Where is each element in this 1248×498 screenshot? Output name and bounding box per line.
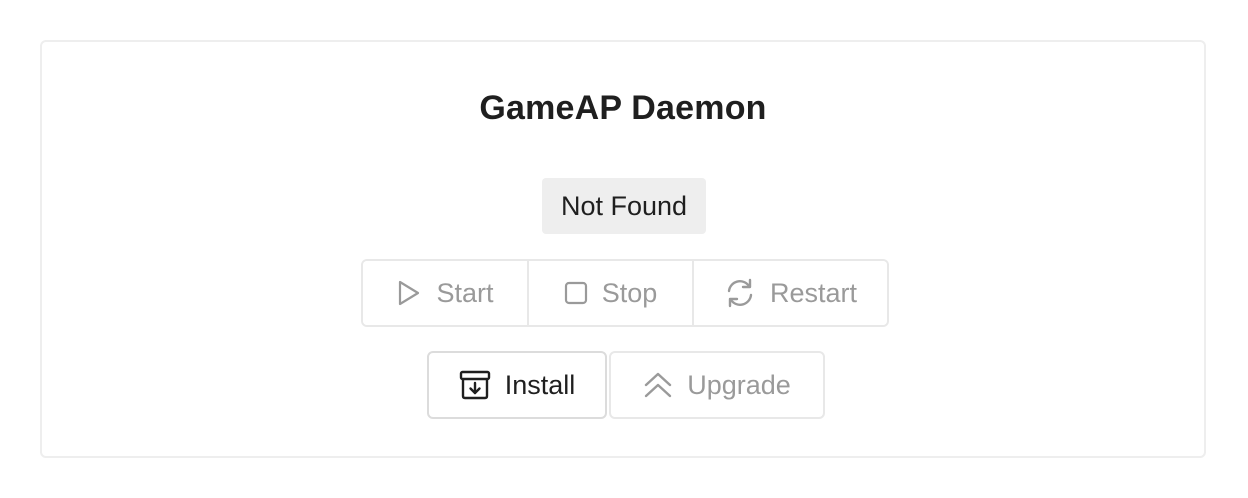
stop-button[interactable]: Stop: [527, 261, 692, 325]
install-button-label: Install: [504, 369, 576, 400]
square-icon: [564, 281, 587, 305]
card-title: GameAP Daemon: [479, 89, 767, 127]
restart-button-label: Restart: [769, 277, 858, 308]
double-chevron-up-icon: [645, 372, 672, 398]
start-button-label: Start: [436, 277, 494, 308]
daemon-card: GameAP Daemon Not Found Start Stop Resta…: [40, 40, 1206, 458]
stop-button-label: Stop: [601, 277, 658, 308]
upgrade-button-label: Upgrade: [687, 369, 791, 400]
play-icon: [399, 280, 420, 306]
archive-download-icon: [459, 370, 490, 400]
daemon-control-button-group: Start Stop Restart: [361, 259, 889, 327]
start-button[interactable]: Start: [363, 261, 527, 325]
refresh-icon: [727, 278, 753, 308]
status-badge: Not Found: [542, 178, 706, 234]
install-upgrade-row: Install Upgrade: [427, 351, 825, 419]
install-button[interactable]: Install: [427, 351, 607, 419]
restart-button[interactable]: Restart: [692, 261, 887, 325]
upgrade-button[interactable]: Upgrade: [609, 351, 825, 419]
